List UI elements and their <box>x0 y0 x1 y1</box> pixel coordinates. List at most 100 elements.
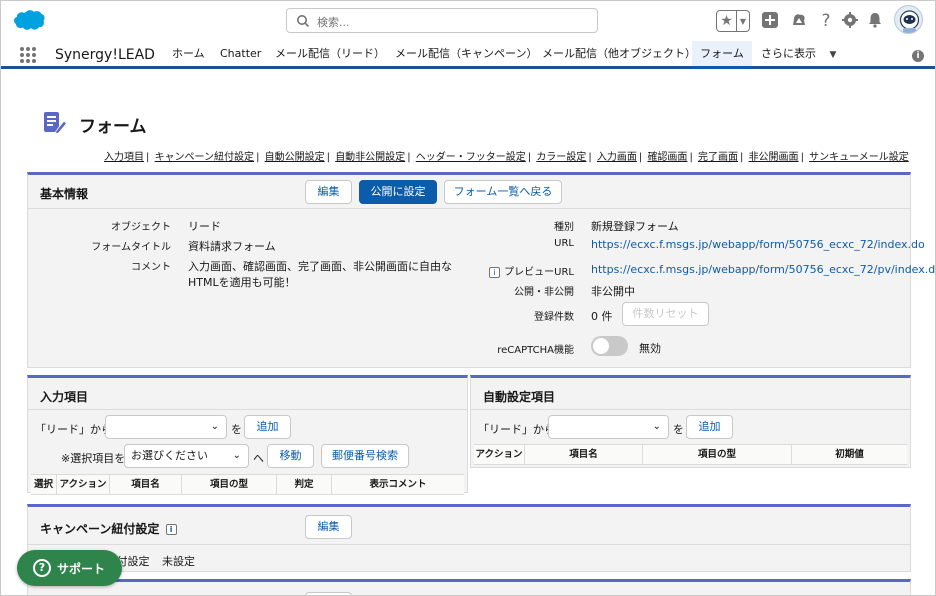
publish-button[interactable]: 公開に設定 <box>359 180 437 204</box>
nav-tab-chatter[interactable]: Chatter <box>220 41 261 66</box>
support-button[interactable]: ? サポート <box>17 550 122 586</box>
lead-field-select[interactable]: ⌄ <box>105 415 227 439</box>
form-title-label: フォームタイトル <box>91 242 171 253</box>
support-label: サポート <box>57 562 106 576</box>
input-items-title: 入力項目 <box>40 390 89 404</box>
help-icon: ? <box>33 559 51 577</box>
link-input-screen[interactable]: 入力画面 <box>597 152 637 163</box>
basic-info-card: 基本情報 編集 公開に設定 フォーム一覧へ戻る オブジェクト リード フォームタ… <box>27 172 935 368</box>
reset-count-button[interactable]: 件数リセット <box>622 302 709 326</box>
info-icon[interactable]: i <box>912 50 924 62</box>
link-header-footer[interactable]: ヘッダー・フッター設定 <box>416 152 526 163</box>
nav-tab-mail-lead[interactable]: メール配信（リード） <box>275 41 385 66</box>
input-items-header: 入力項目 <box>28 378 467 410</box>
auto-items-header: 自動設定項目 <box>471 378 910 410</box>
chevron-down-icon: ⌄ <box>652 421 661 432</box>
postal-search-button[interactable]: 郵便番号検索 <box>321 444 409 468</box>
campaign-header: キャンペーン紐付設定 i 編集 <box>28 507 910 545</box>
section-links: 入力項目 | キャンペーン紐付設定 | 自動公開設定 | 自動非公開設定 | ヘッダー・… <box>104 152 909 163</box>
recaptcha-value: 無効 <box>639 342 661 355</box>
col-select: 選択 <box>31 475 57 494</box>
he-label: へ <box>253 452 264 465</box>
comment-value-line1: 入力画面、確認画面、完了画面、非公開画面に自由な <box>188 260 452 273</box>
add-auto-item-button[interactable]: 追加 <box>686 415 733 439</box>
basic-info-title: 基本情報 <box>40 187 89 201</box>
svg-text:?: ? <box>821 11 830 29</box>
auto-lead-field-select[interactable]: ⌄ <box>548 415 669 439</box>
add-icon[interactable] <box>761 11 779 29</box>
col-field-type: 項目の型 <box>643 445 792 464</box>
count-label: 登録件数 <box>534 312 574 323</box>
back-to-list-button[interactable]: フォーム一覧へ戻る <box>444 180 562 204</box>
salesforce-cloud-icon[interactable] <box>13 9 45 31</box>
auto-from-lead-label: 「リード」から <box>478 423 555 436</box>
info-icon[interactable]: i <box>489 266 501 278</box>
star-icon[interactable]: ★ <box>717 11 737 31</box>
astro-avatar-icon <box>899 10 920 33</box>
link-auto-unpublish[interactable]: 自動非公開設定 <box>335 152 405 163</box>
campaign-title-wrap: キャンペーン紐付設定 i <box>40 520 181 537</box>
app-frame: 検索... ★ ▼ ? Synergy!LEAD ホーム Chatter メール… <box>0 0 936 596</box>
comment-value-line2: HTMLを適用も可能！ <box>188 276 296 289</box>
add-input-item-button[interactable]: 追加 <box>244 415 291 439</box>
status-label: 公開・非公開 <box>514 287 574 298</box>
campaign-edit-button[interactable]: 編集 <box>305 515 352 539</box>
recaptcha-toggle[interactable] <box>591 336 628 356</box>
url-link[interactable]: https://ecxc.f.msgs.jp/webapp/form/50756… <box>591 238 925 251</box>
app-launcher-icon[interactable] <box>20 47 36 63</box>
count-value: 0 件 <box>591 310 613 323</box>
campaign-row-value: 未設定 <box>162 555 195 568</box>
form-icon <box>44 112 67 134</box>
page-title: フォーム <box>79 117 147 137</box>
help-icon[interactable]: ? <box>817 11 835 29</box>
edit-button[interactable]: 編集 <box>305 180 352 204</box>
recaptcha-label: reCAPTCHA機能 <box>497 345 574 356</box>
form-title-value: 資料請求フォーム <box>188 240 276 253</box>
basic-info-header: 基本情報 編集 公開に設定 フォーム一覧へ戻る <box>28 175 910 209</box>
gear-icon[interactable] <box>841 11 859 29</box>
preview-url-label-wrap: i プレビューURL <box>489 263 574 278</box>
nav-tab-more[interactable]: さらに表示 ▼ <box>761 41 836 66</box>
link-confirm-screen[interactable]: 確認画面 <box>647 152 687 163</box>
app-nav-bar: Synergy!LEAD ホーム Chatter メール配信（リード） メール配… <box>1 41 935 69</box>
chevron-down-icon: ⌄ <box>232 450 241 461</box>
move-button[interactable]: 移動 <box>267 444 314 468</box>
link-campaign[interactable]: キャンペーン紐付設定 <box>155 152 255 163</box>
chevron-down-icon: ⌄ <box>210 421 219 432</box>
col-action: アクション <box>474 445 525 464</box>
nav-tab-mail-other[interactable]: メール配信（他オブジェクト） <box>542 41 696 66</box>
bell-icon[interactable] <box>866 11 884 29</box>
col-judge: 判定 <box>277 475 332 494</box>
nav-tab-form[interactable]: フォーム <box>692 41 752 69</box>
favorites-button[interactable]: ★ ▼ <box>716 10 750 32</box>
search-placeholder: 検索... <box>317 16 350 29</box>
link-complete-screen[interactable]: 完了画面 <box>698 152 738 163</box>
preview-url-link[interactable]: https://ecxc.f.msgs.jp/webapp/form/50756… <box>591 263 935 276</box>
status-value: 非公開中 <box>591 285 635 298</box>
move-selected-label: ※選択項目を <box>61 452 126 465</box>
auto-items-title: 自動設定項目 <box>483 390 556 404</box>
type-label: 種別 <box>554 222 574 233</box>
col-initial-value: 初期値 <box>835 449 864 460</box>
campaign-title: キャンペーン紐付設定 <box>40 522 160 536</box>
from-lead-label: 「リード」から <box>35 423 112 436</box>
global-header: 検索... ★ ▼ ? <box>1 1 935 41</box>
link-thankyou-mail[interactable]: サンキューメール設定 <box>809 152 909 163</box>
chevron-down-icon[interactable]: ▼ <box>737 11 749 31</box>
nav-tab-mail-campaign[interactable]: メール配信（キャンペーン） <box>395 41 537 66</box>
nav-more-label: さらに表示 <box>761 47 816 60</box>
next-section-edit-button[interactable] <box>305 592 352 595</box>
link-color[interactable]: カラー設定 <box>536 152 586 163</box>
user-avatar[interactable] <box>894 5 923 34</box>
object-value: リード <box>188 220 221 233</box>
trailhead-icon[interactable] <box>790 11 808 29</box>
global-search[interactable]: 検索... <box>286 8 598 33</box>
info-icon[interactable]: i <box>165 524 177 535</box>
auto-items-card: 自動設定項目 「リード」から ⌄ を 追加 アクション 項目名 項目の型 初期値 <box>470 375 911 468</box>
link-private-screen[interactable]: 非公開画面 <box>749 152 799 163</box>
move-target-select[interactable]: お選びください ⌄ <box>124 444 249 468</box>
link-input-items[interactable]: 入力項目 <box>104 152 144 163</box>
campaign-card: キャンペーン紐付設定 i 編集 キャンペーン紐付設定 未設定 <box>27 504 911 572</box>
link-auto-publish[interactable]: 自動公開設定 <box>265 152 325 163</box>
nav-tab-home[interactable]: ホーム <box>172 41 205 66</box>
